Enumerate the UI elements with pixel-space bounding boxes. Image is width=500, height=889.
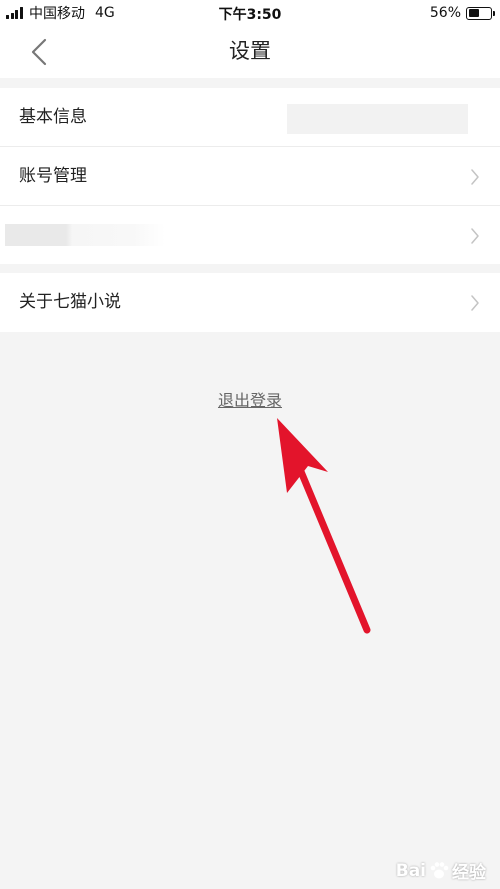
status-time: 下午3:50 [218, 7, 282, 23]
status-bar: 中国移动 4G 下午3:50 56% [0, 0, 500, 26]
back-button[interactable] [24, 34, 54, 70]
chevron-right-icon [471, 228, 479, 244]
settings-item-label: 账号管理 [19, 166, 87, 186]
battery-fill [468, 9, 479, 17]
status-right: 56% [429, 4, 495, 22]
settings-item-basic-info[interactable]: 基本信息 [0, 88, 500, 147]
chevron-left-icon [31, 38, 47, 66]
settings-screen: 中国移动 4G 下午3:50 56% 设置 基本信息 账号管理 关于七猫小说 退… [0, 0, 500, 889]
logout-area: 退出登录 [0, 387, 500, 411]
battery-nub [493, 10, 495, 16]
page-title: 设置 [229, 39, 271, 63]
settings-item-masked[interactable] [0, 206, 500, 265]
chevron-right-icon [471, 295, 479, 311]
watermark-text-right: 经验 [452, 863, 486, 883]
paw-icon [430, 861, 449, 878]
chevron-right-icon [471, 169, 479, 185]
settings-group-about: 关于七猫小说 [0, 273, 500, 332]
watermark-text-left: Bai [395, 860, 426, 881]
settings-item-about[interactable]: 关于七猫小说 [0, 273, 500, 332]
battery-percent: 56% [429, 5, 461, 21]
battery-icon [466, 6, 495, 20]
settings-item-account-management[interactable]: 账号管理 [0, 147, 500, 206]
logout-link[interactable]: 退出登录 [218, 391, 282, 410]
settings-item-label: 基本信息 [19, 107, 87, 127]
masked-label [5, 224, 165, 246]
settings-group-account: 基本信息 账号管理 [0, 88, 500, 264]
nav-bar: 设置 [0, 26, 500, 78]
settings-item-label: 关于七猫小说 [19, 292, 121, 312]
masked-value [287, 104, 468, 134]
watermark: Bai 经验 [395, 858, 486, 884]
